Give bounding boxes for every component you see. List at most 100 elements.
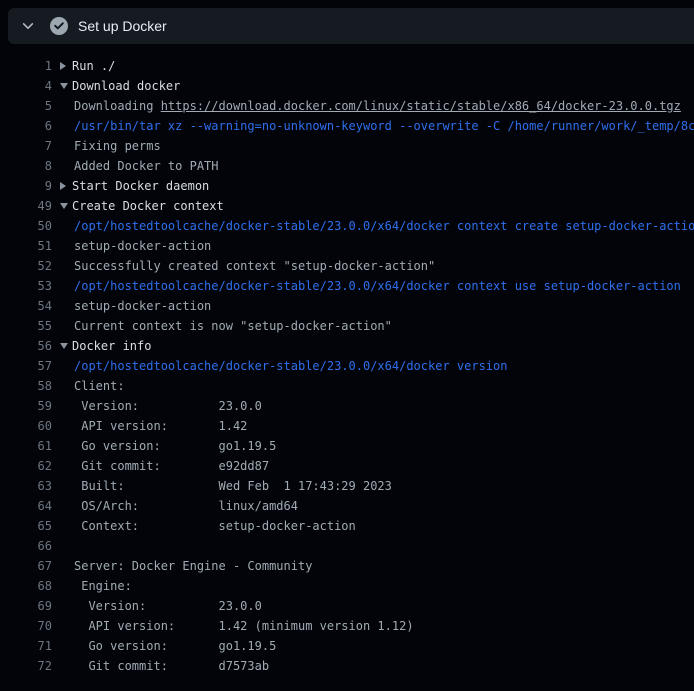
log-line: 71 Go version: go1.19.5 (0, 636, 694, 656)
log-line: 54 setup-docker-action (0, 296, 694, 316)
log-line: 6 /usr/bin/tar xz --warning=no-unknown-k… (0, 116, 694, 136)
log-text: OS/Arch: linux/amd64 (60, 496, 298, 516)
line-number[interactable]: 4 (0, 76, 52, 96)
line-number[interactable]: 52 (0, 256, 52, 276)
line-number[interactable]: 53 (0, 276, 52, 296)
log-line-content[interactable]: Run ./ (60, 56, 115, 76)
log-line: 64 OS/Arch: linux/amd64 (0, 496, 694, 516)
line-number[interactable]: 63 (0, 476, 52, 496)
line-number[interactable]: 67 (0, 556, 52, 576)
group-expanded-icon[interactable] (60, 343, 68, 349)
line-number[interactable]: 60 (0, 416, 52, 436)
log-line: 60 API version: 1.42 (0, 416, 694, 436)
line-number[interactable]: 56 (0, 336, 52, 356)
line-number[interactable]: 68 (0, 576, 52, 596)
log-line: 72 Git commit: d7573ab (0, 656, 694, 676)
log-line: 68 Engine: (0, 576, 694, 596)
step-header[interactable]: Set up Docker (8, 8, 694, 44)
log-line: 55 Current context is now "setup-docker-… (0, 316, 694, 336)
log-line: 70 API version: 1.42 (minimum version 1.… (0, 616, 694, 636)
group-collapsed-icon[interactable] (60, 62, 66, 70)
log-line-content[interactable]: Create Docker context (60, 196, 224, 216)
log-group-row: 49 Create Docker context (0, 196, 694, 216)
log-text: Context: setup-docker-action (60, 516, 356, 536)
log-line: 53 /opt/hostedtoolcache/docker-stable/23… (0, 276, 694, 296)
log-line: 67 Server: Docker Engine - Community (0, 556, 694, 576)
line-number[interactable]: 66 (0, 536, 52, 556)
chevron-down-icon[interactable] (21, 19, 35, 33)
line-number[interactable]: 61 (0, 436, 52, 456)
line-number[interactable]: 57 (0, 356, 52, 376)
log-line: 61 Go version: go1.19.5 (0, 436, 694, 456)
log-text: Successfully created context "setup-dock… (60, 256, 435, 276)
group-title: Start Docker daemon (72, 176, 209, 196)
log-line: 57 /opt/hostedtoolcache/docker-stable/23… (0, 356, 694, 376)
line-number[interactable]: 65 (0, 516, 52, 536)
log-text: Downloading (74, 96, 161, 116)
log-text: Git commit: d7573ab (60, 656, 269, 676)
step-title: Set up Docker (78, 18, 167, 34)
log-group-row: 56 Docker info (0, 336, 694, 356)
log-line: 62 Git commit: e92dd87 (0, 456, 694, 476)
log-line: 59 Version: 23.0.0 (0, 396, 694, 416)
log-text: Engine: (60, 576, 132, 596)
log-line: 7 Fixing perms (0, 136, 694, 156)
line-number[interactable]: 64 (0, 496, 52, 516)
log-text: Client: (60, 376, 125, 396)
log-text: Added Docker to PATH (60, 156, 219, 176)
line-number[interactable]: 69 (0, 596, 52, 616)
log-text: Server: Docker Engine - Community (60, 556, 312, 576)
line-number[interactable]: 8 (0, 156, 52, 176)
group-expanded-icon[interactable] (60, 203, 68, 209)
log-line: 58 Client: (0, 376, 694, 396)
workflow-log-viewer: Set up Docker 1 Run ./ 4 Download docker… (0, 8, 694, 676)
group-title: Docker info (72, 336, 151, 356)
line-number[interactable]: 7 (0, 136, 52, 156)
log-line-content[interactable]: Docker info (60, 336, 151, 356)
log-text: Go version: go1.19.5 (60, 436, 276, 456)
log-line: 8 Added Docker to PATH (0, 156, 694, 176)
line-number[interactable]: 5 (0, 96, 52, 116)
log-text: Fixing perms (60, 136, 161, 156)
line-number[interactable]: 72 (0, 656, 52, 676)
line-number[interactable]: 71 (0, 636, 52, 656)
log-command-text: /opt/hostedtoolcache/docker-stable/23.0.… (60, 276, 681, 296)
log-line: 51 setup-docker-action (0, 236, 694, 256)
log-line: 69 Version: 23.0.0 (0, 596, 694, 616)
log-line-content: Downloading https://download.docker.com/… (60, 96, 681, 116)
log-text: setup-docker-action (60, 296, 211, 316)
log-command-text: /opt/hostedtoolcache/docker-stable/23.0.… (60, 216, 694, 236)
log-text: Current context is now "setup-docker-act… (60, 316, 392, 336)
log-line: 52 Successfully created context "setup-d… (0, 256, 694, 276)
line-number[interactable]: 58 (0, 376, 52, 396)
group-title: Run ./ (72, 56, 115, 76)
log-command-text: /usr/bin/tar xz --warning=no-unknown-key… (60, 116, 694, 136)
log-line-content[interactable]: Start Docker daemon (60, 176, 209, 196)
log-line-content[interactable]: Download docker (60, 76, 180, 96)
log-text: Version: 23.0.0 (60, 596, 262, 616)
line-number[interactable]: 50 (0, 216, 52, 236)
log-line: 66 (0, 536, 694, 556)
log-group-row: 4 Download docker (0, 76, 694, 96)
check-circle-icon (50, 17, 68, 35)
log-line: 63 Built: Wed Feb 1 17:43:29 2023 (0, 476, 694, 496)
group-collapsed-icon[interactable] (60, 182, 66, 190)
log-group-row: 9 Start Docker daemon (0, 176, 694, 196)
line-number[interactable]: 9 (0, 176, 52, 196)
line-number[interactable]: 62 (0, 456, 52, 476)
log-url-link[interactable]: https://download.docker.com/linux/static… (161, 96, 681, 116)
group-expanded-icon[interactable] (60, 83, 68, 89)
line-number[interactable]: 70 (0, 616, 52, 636)
line-number[interactable]: 54 (0, 296, 52, 316)
log-line: 5 Downloading https://download.docker.co… (0, 96, 694, 116)
line-number[interactable]: 49 (0, 196, 52, 216)
line-number[interactable]: 55 (0, 316, 52, 336)
line-number[interactable]: 59 (0, 396, 52, 416)
log-text: API version: 1.42 (minimum version 1.12) (60, 616, 414, 636)
log-command-text: /opt/hostedtoolcache/docker-stable/23.0.… (60, 356, 507, 376)
line-number[interactable]: 1 (0, 56, 52, 76)
group-title: Download docker (72, 76, 180, 96)
line-number[interactable]: 6 (0, 116, 52, 136)
log-line: 65 Context: setup-docker-action (0, 516, 694, 536)
line-number[interactable]: 51 (0, 236, 52, 256)
